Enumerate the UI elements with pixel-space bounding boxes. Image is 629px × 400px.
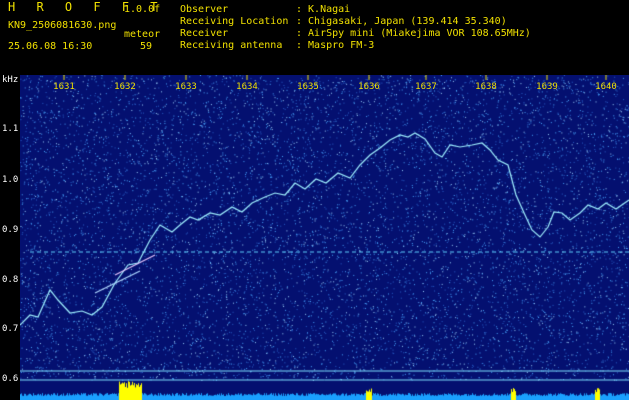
spectrogram-canvas	[20, 75, 629, 400]
hrofft-spectrogram-window: H R O F F T 1.0.0f KN9_2506081630.png me…	[0, 0, 629, 400]
x-tick: 1636	[358, 82, 380, 92]
antenna-label: Receiving antenna	[180, 40, 283, 51]
y-tick: 0.9	[2, 225, 19, 235]
location-value: : Chigasaki, Japan (139.414 35.340)	[296, 16, 507, 27]
filename-label: KN9_2506081630.png	[8, 20, 117, 31]
observer-label: Observer	[180, 4, 229, 15]
y-tick: 0.8	[2, 275, 19, 285]
x-tick: 1640	[595, 82, 617, 92]
location-label: Receiving Location	[180, 16, 289, 27]
x-tick: 1632	[114, 82, 136, 92]
receiver-value: : AirSpy mini (Miakejima VOR 108.65MHz)	[296, 28, 531, 39]
y-tick: 1.0	[2, 175, 19, 185]
y-tick: 1.1	[2, 124, 19, 134]
x-tick: 1638	[475, 82, 497, 92]
x-tick: 1637	[415, 82, 437, 92]
spectrogram-plot	[20, 75, 629, 400]
meteor-label: meteor	[124, 29, 161, 40]
version-label: 1.0.0f	[124, 4, 161, 15]
x-tick: 1635	[297, 82, 319, 92]
y-tick: 0.7	[2, 324, 19, 334]
antenna-value: : Maspro FM-3	[296, 40, 375, 51]
x-tick: 1639	[536, 82, 558, 92]
x-tick: 1631	[53, 82, 75, 92]
y-tick: 0.6	[2, 374, 19, 384]
x-tick: 1633	[175, 82, 197, 92]
date-time-label: 25.06.08 16:30	[8, 41, 93, 52]
y-unit-label: kHz	[2, 75, 19, 85]
x-tick: 1634	[236, 82, 258, 92]
observer-value: : K.Nagai	[296, 4, 351, 15]
meteor-count: 59	[140, 41, 153, 52]
receiver-label: Receiver	[180, 28, 229, 39]
